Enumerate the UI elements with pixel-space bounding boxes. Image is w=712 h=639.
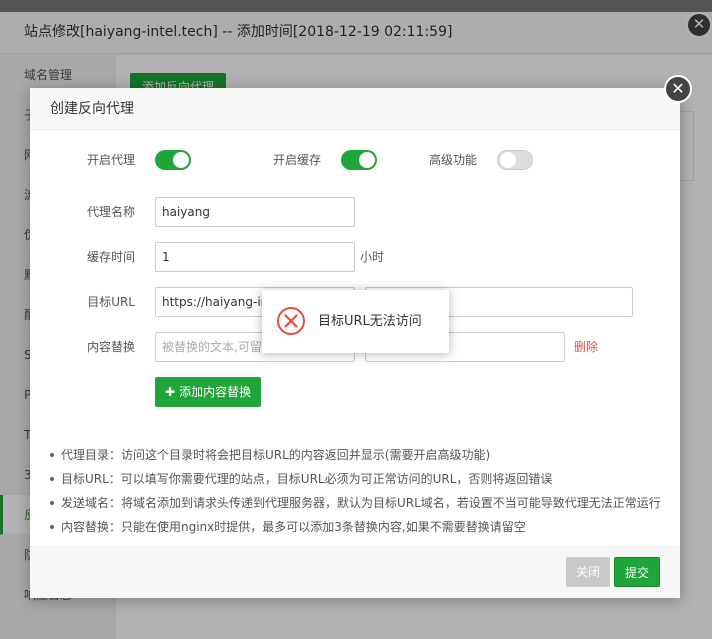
tip-content-replace: 内容替换：只能在使用nginx时提供，最多可以添加3条替换内容,如果不需要替换请… [48,515,670,539]
tip-send-domain: 发送域名：将域名添加到请求头传递到代理服务器，默认为目标URL域名，若设置不当可… [48,491,670,515]
cache-time-row: 缓存时间 1 小时 [30,242,680,272]
advanced-toggle[interactable] [497,150,533,170]
submit-button[interactable]: 提交 [613,557,660,587]
error-toast: 目标URL无法访问 [262,290,449,353]
delete-replace-link[interactable]: 删除 [574,332,598,362]
add-content-replace-button[interactable]: ✚ 添加内容替换 [155,377,262,407]
error-x-icon [277,307,305,335]
advanced-toggle-label: 高级功能 [428,153,477,167]
toast-message: 目标URL无法访问 [318,314,422,329]
plus-icon: ✚ [165,385,176,399]
tip-target-url: 目标URL：可以填写你需要代理的站点，目标URL必须为可正常访问的URL，否则将… [48,467,670,491]
cache-time-label: 缓存时间 [86,250,135,264]
close-button[interactable]: 关闭 [565,557,610,587]
content-replace-label: 内容替换 [86,340,135,354]
dialog-close-icon[interactable]: ✕ [664,75,692,103]
toggles-row: 开启代理 开启缓存 高级功能 [30,145,680,175]
target-url-label: 目标URL [87,295,135,309]
add-content-replace-label: 添加内容替换 [179,385,252,399]
cache-time-input[interactable]: 1 [155,242,355,272]
proxy-name-label: 代理名称 [86,205,135,219]
proxy-toggle-label: 开启代理 [86,153,135,167]
cache-time-unit: 小时 [360,250,385,264]
proxy-name-input[interactable]: haiyang [155,197,355,227]
cache-toggle-label: 开启缓存 [272,153,321,167]
dialog-footer: 关闭 提交 [30,546,680,598]
tip-proxy-dir: 代理目录：访问这个目录时将会把目标URL的内容返回并显示(需要开启高级功能) [48,443,670,467]
proxy-toggle[interactable] [155,150,191,170]
dialog-title: 创建反向代理 [30,88,680,130]
proxy-name-row: 代理名称 haiyang [30,197,680,227]
help-tips-list: 代理目录：访问这个目录时将会把目标URL的内容返回并显示(需要开启高级功能) 目… [48,443,670,539]
